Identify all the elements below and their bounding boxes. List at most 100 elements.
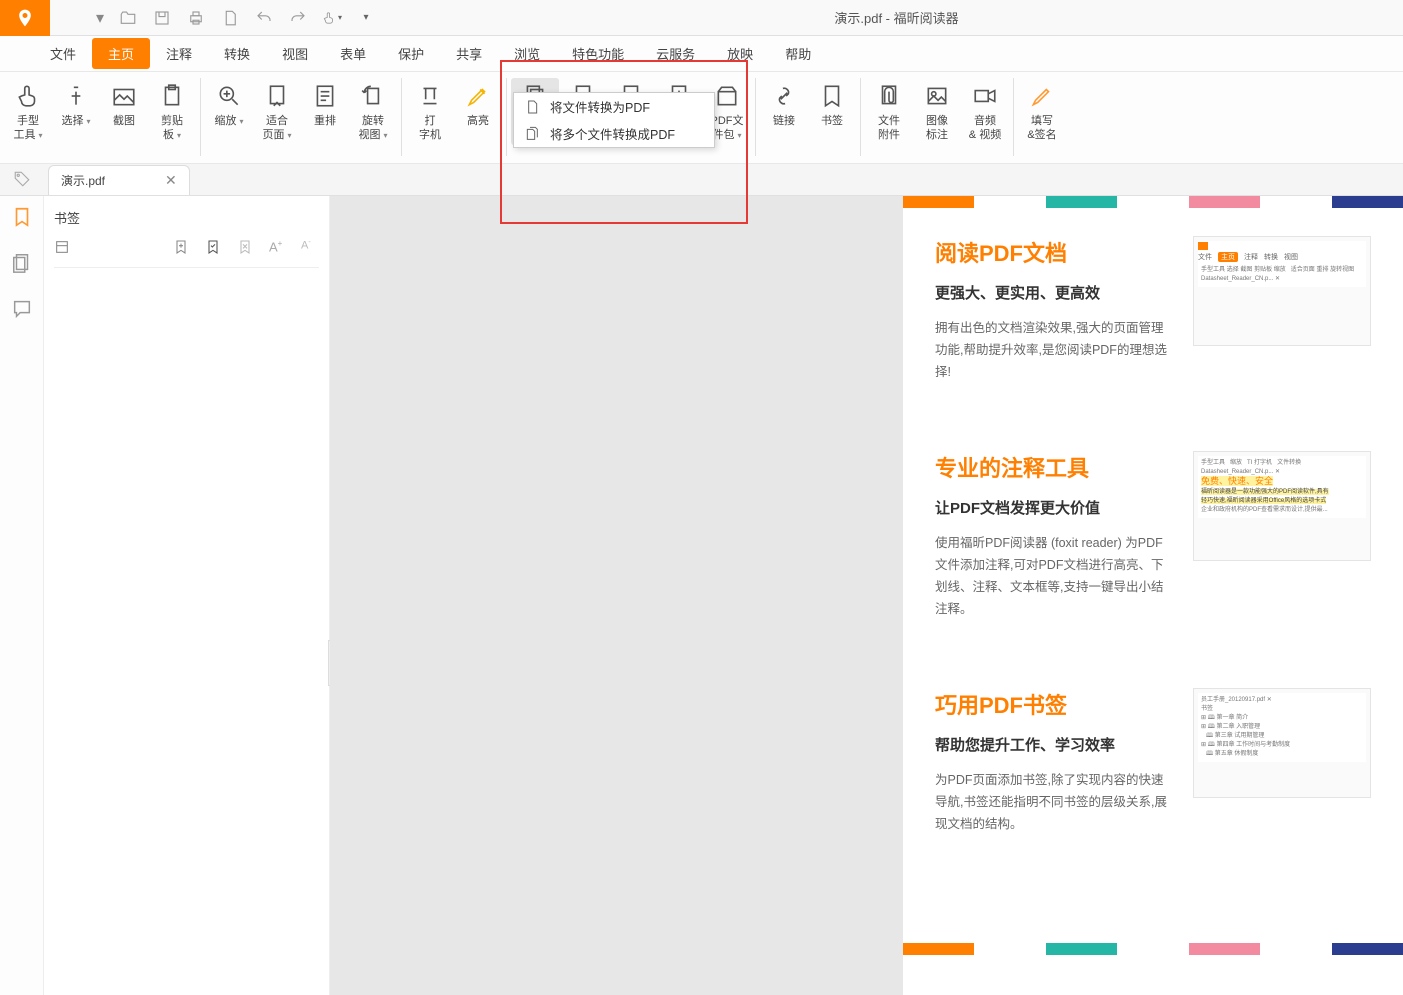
hand-tool-icon [12,80,44,112]
fill-sign-icon [1026,80,1058,112]
typewriter-icon [414,80,446,112]
comments-panel-icon[interactable] [9,296,35,322]
ribbon-label: 填写 &签名 [1027,114,1056,142]
ribbon-bookmark[interactable]: 书签 [808,78,856,130]
menu-file[interactable]: 文件 [34,38,92,69]
thumbnail-screenshot: 文件主页注释转换视图 手型工具 选择 截图 剪贴板 缩放 适合页面 重排 旋转视… [1193,236,1371,346]
ribbon-fill-sign[interactable]: 填写 &签名 [1018,78,1066,144]
ribbon-link[interactable]: 链接 [760,78,808,130]
quick-access-toolbar: ▾ ▾ ▾ 演示.pdf - 福昕阅读器 [0,0,1403,36]
ribbon-label: 重排 [314,114,336,128]
bookmark-panel-icon[interactable] [9,204,35,230]
ribbon-label: 剪贴 板 ▾ [161,114,183,143]
left-icon-bar [0,196,44,995]
panel-layout-icon[interactable] [54,239,72,257]
ribbon-label: 高亮 [467,114,489,128]
text-smaller-icon[interactable]: A- [301,239,319,257]
ribbon-highlight[interactable]: 高亮 [454,78,502,130]
thumbnail-screenshot: 手型工具 缩放 TI 打字机 文件转换 Datasheet_Reader_CN.… [1193,451,1371,561]
menu-comment[interactable]: 注释 [150,38,208,69]
app-logo [0,0,50,36]
pdf-package-icon [711,80,743,112]
pages-panel-icon[interactable] [9,250,35,276]
ribbon-file-attach[interactable]: 文件 附件 [865,78,913,144]
fit-page-icon [261,80,293,112]
audio-video-icon [969,80,1001,112]
rotate-view-icon [357,80,389,112]
image-annot-icon [921,80,953,112]
delete-bookmark-icon[interactable] [237,239,255,257]
ribbon-label: 截图 [113,114,135,128]
document-tab[interactable]: 演示.pdf ✕ [48,165,190,195]
ribbon-label: PDF文 件包 ▾ [711,114,744,143]
file-attach-icon [873,80,905,112]
decorative-stripe [903,943,1403,955]
ribbon-audio-video[interactable]: 音频 & 视频 [961,78,1009,144]
menu-cloud[interactable]: 云服务 [640,38,711,69]
menu-form[interactable]: 表单 [324,38,382,69]
ribbon-clipboard[interactable]: 剪贴 板 ▾ [148,78,196,145]
ribbon-rotate-view[interactable]: 旋转 视图 ▾ [349,78,397,145]
redo-icon[interactable] [288,8,308,28]
ribbon-label: 打 字机 [419,114,441,142]
dropdown-item-label: 将文件转换为PDF [550,97,650,116]
open-icon[interactable] [118,8,138,28]
ribbon-fit-page[interactable]: 适合 页面 ▾ [253,78,301,145]
ribbon-zoom[interactable]: 缩放 ▾ [205,78,253,131]
menu-home[interactable]: 主页 [92,38,150,69]
section-heading: 专业的注释工具 [935,451,1173,483]
section-subheading: 更强大、更实用、更高效 [935,282,1173,303]
menu-convert[interactable]: 转换 [208,38,266,69]
ribbon-image-annot[interactable]: 图像 标注 [913,78,961,144]
save-icon[interactable] [152,8,172,28]
menu-view[interactable]: 视图 [266,38,324,69]
section-body: 使用福昕PDF阅读器 (foxit reader) 为PDF文件添加注释,可对P… [935,532,1173,620]
ribbon-label: 图像 标注 [926,114,948,142]
tag-icon[interactable] [0,163,44,195]
undo-icon[interactable] [254,8,274,28]
ribbon-hand-tool[interactable]: 手型 工具 ▾ [4,78,52,145]
doc-section-read: 阅读PDF文档 更强大、更实用、更高效 拥有出色的文档渲染效果,强大的页面管理功… [935,236,1371,383]
text-larger-icon[interactable]: A+ [269,239,287,257]
dropdown-convert-to-pdf[interactable]: 将文件转换为PDF [514,93,714,120]
add-bookmark-icon[interactable] [173,239,191,257]
document-tab-title: 演示.pdf [61,172,105,189]
document-view[interactable]: 阅读PDF文档 更强大、更实用、更高效 拥有出色的文档渲染效果,强大的页面管理功… [330,196,1403,995]
menu-share[interactable]: 共享 [440,38,498,69]
print-icon[interactable] [186,8,206,28]
thumbnail-screenshot: 员工手册_20120917.pdf ✕ 书签 ⊞ 🕮 第一章 简介 ⊞ 🕮 第二… [1193,688,1371,798]
document-tab-row: 演示.pdf ✕ [0,164,1403,196]
section-body: 为PDF页面添加书签,除了实现内容的快速导航,书签还能指明不同书签的层级关系,展… [935,769,1173,835]
brand-menu-drop-icon[interactable]: ▾ [96,8,104,28]
pdf-page: 阅读PDF文档 更强大、更实用、更高效 拥有出色的文档渲染效果,强大的页面管理功… [903,196,1403,995]
touch-mode-icon[interactable]: ▾ [322,8,342,28]
new-doc-icon[interactable] [220,8,240,28]
ribbon-reflow[interactable]: 重排 [301,78,349,130]
main-area: 书签 A+ A- ◂ 阅读PDF文档 更强大、更实用、更高效 拥有出色的文档渲染… [0,196,1403,995]
menu-features[interactable]: 特色功能 [556,38,640,69]
bookmark-checked-icon[interactable] [205,239,223,257]
files-icon [524,126,540,142]
menu-present[interactable]: 放映 [711,38,769,69]
menu-help[interactable]: 帮助 [769,38,827,69]
clipboard-icon [156,80,188,112]
qat-more-icon[interactable]: ▾ [356,8,376,28]
zoom-icon [213,80,245,112]
close-tab-icon[interactable]: ✕ [165,172,177,189]
decorative-stripe [903,196,1403,208]
ribbon-label: 选择 ▾ [61,114,90,129]
menu-protect[interactable]: 保护 [382,38,440,69]
ribbon-label: 适合 页面 ▾ [262,114,291,143]
ribbon-snapshot[interactable]: 截图 [100,78,148,130]
ribbon-label: 书签 [821,114,843,128]
ribbon-typewriter[interactable]: 打 字机 [406,78,454,144]
ribbon-select[interactable]: 选择 ▾ [52,78,100,131]
menu-browse[interactable]: 浏览 [498,38,556,69]
dropdown-convert-multi-to-pdf[interactable]: 将多个文件转换成PDF [514,120,714,147]
snapshot-icon [108,80,140,112]
section-heading: 阅读PDF文档 [935,236,1173,268]
ribbon-label: 缩放 ▾ [214,114,243,129]
window-title: 演示.pdf - 福昕阅读器 [390,8,1403,27]
panel-toolbar: A+ A- [54,237,319,268]
ribbon-label: 音频 & 视频 [969,114,1001,142]
